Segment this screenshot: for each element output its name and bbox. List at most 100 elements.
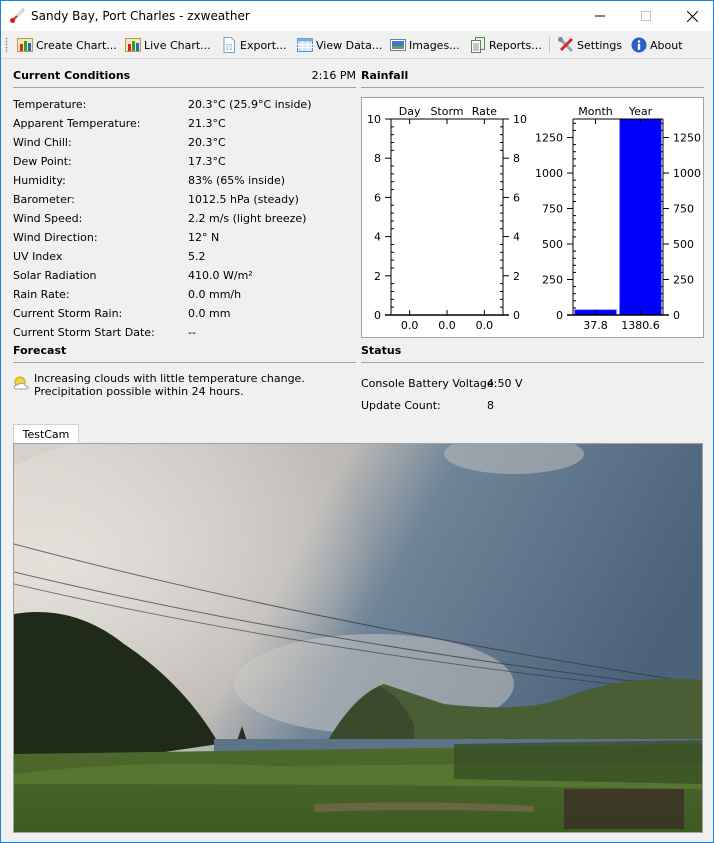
y-tick-label: 2 (513, 270, 520, 283)
settings-label: Settings (577, 38, 623, 52)
rainfall-bar (619, 118, 662, 316)
bar-chart-icon (17, 37, 33, 53)
condition-label: UV Index (13, 250, 63, 263)
close-button[interactable] (669, 1, 714, 31)
category-label: Day (399, 105, 421, 118)
rainfall-chart: 0 0 2 2 4 4 6 6 8 8 10 10 Day 0.0 Storm 0.0 Rate 0.0 0 0 250… (361, 97, 704, 338)
condition-value: 410.0 W/m² (188, 269, 253, 282)
condition-value: 17.3°C (188, 155, 226, 168)
close-icon (686, 10, 698, 22)
images-button[interactable]: Images... (390, 35, 460, 55)
condition-value: 20.3°C (25.9°C inside) (188, 98, 312, 111)
forecast-header: Forecast (13, 344, 356, 363)
rainfall-header: Rainfall (361, 69, 704, 88)
y-tick-label: 10 (513, 113, 527, 126)
condition-value: 21.3°C (188, 117, 226, 130)
status-row-update-count: Update Count: 8 (361, 399, 494, 412)
minimize-icon (595, 15, 605, 17)
minimize-button[interactable] (577, 1, 623, 31)
condition-label: Wind Speed: (13, 212, 83, 225)
status-label: Console Battery Voltage: (361, 377, 498, 390)
condition-label: Wind Chill: (13, 136, 72, 149)
y-tick-label: 500 (542, 238, 563, 251)
condition-label: Apparent Temperature: (13, 117, 141, 130)
webcam-image (13, 443, 703, 833)
y-tick-label: 0 (374, 309, 381, 322)
about-label: About (650, 38, 683, 52)
condition-label: Rain Rate: (13, 288, 70, 301)
forecast-text: Increasing clouds with little temperatur… (34, 372, 305, 398)
tools-icon (558, 37, 574, 53)
document-export-icon (221, 37, 237, 53)
current-conditions-title: Current Conditions (13, 69, 131, 82)
status-value: 4.50 V (487, 377, 523, 390)
y-tick-label: 6 (374, 191, 381, 204)
y-tick-label: 4 (374, 231, 381, 244)
y-tick-label: 8 (513, 152, 520, 165)
live-chart-label: Live Chart... (144, 38, 211, 52)
reports-button[interactable]: Reports... (470, 35, 542, 55)
settings-button[interactable]: Settings (558, 35, 622, 55)
main-window: Sandy Bay, Port Charles - zxweather Crea… (0, 0, 714, 843)
table-icon (297, 37, 313, 53)
y-tick-label: 2 (374, 270, 381, 283)
category-label: Year (628, 105, 653, 118)
y-tick-label: 6 (513, 191, 520, 204)
condition-value: 20.3°C (188, 136, 226, 149)
y-tick-label: 750 (673, 203, 694, 216)
export-button[interactable]: Export... (221, 35, 287, 55)
category-label: Rate (472, 105, 497, 118)
create-chart-label: Create Chart... (36, 38, 117, 52)
condition-value: 83% (65% inside) (188, 174, 286, 187)
status-header: Status (361, 344, 704, 363)
y-tick-label: 250 (673, 274, 694, 287)
toolbar-separator (549, 37, 550, 53)
title-bar: Sandy Bay, Port Charles - zxweather (1, 1, 713, 31)
condition-value: 2.2 m/s (light breeze) (188, 212, 307, 225)
maximize-button[interactable] (623, 1, 669, 31)
y-tick-label: 750 (542, 203, 563, 216)
condition-value: 5.2 (188, 250, 206, 263)
reports-icon (470, 37, 486, 53)
y-tick-label: 0 (513, 309, 520, 322)
thermometer-icon (9, 8, 25, 24)
condition-value: 1012.5 hPa (steady) (188, 193, 299, 206)
export-label: Export... (240, 38, 287, 52)
value-label: 37.8 (583, 319, 608, 332)
bar-chart-icon (125, 37, 141, 53)
status-value: 8 (487, 399, 494, 412)
live-chart-button[interactable]: Live Chart... (125, 35, 211, 55)
y-tick-label: 4 (513, 231, 520, 244)
rainfall-title: Rainfall (361, 69, 409, 82)
current-conditions-header: Current Conditions 2:16 PM (13, 69, 356, 88)
y-tick-label: 1000 (673, 167, 701, 180)
toolbar-grip[interactable] (5, 37, 8, 53)
condition-label: Current Storm Start Date: (13, 326, 155, 339)
current-conditions-time: 2:16 PM (311, 69, 356, 82)
tab-testcam[interactable]: TestCam (13, 424, 79, 444)
condition-value: 12° N (188, 231, 220, 244)
y-tick-label: 1000 (535, 167, 563, 180)
category-label: Storm (430, 105, 463, 118)
reports-label: Reports... (489, 38, 542, 52)
condition-label: Wind Direction: (13, 231, 98, 244)
condition-value: -- (188, 326, 196, 339)
condition-label: Current Storm Rain: (13, 307, 123, 320)
condition-value: 0.0 mm (188, 307, 231, 320)
y-tick-label: 8 (374, 152, 381, 165)
status-label: Update Count: (361, 399, 441, 412)
y-tick-label: 0 (673, 309, 680, 322)
y-tick-label: 500 (673, 238, 694, 251)
image-icon (390, 37, 406, 53)
value-label: 1380.6 (621, 319, 660, 332)
condition-label: Temperature: (13, 98, 87, 111)
view-data-button[interactable]: View Data... (297, 35, 382, 55)
create-chart-button[interactable]: Create Chart... (17, 35, 117, 55)
about-button[interactable]: About (631, 35, 683, 55)
forecast-title: Forecast (13, 344, 67, 357)
condition-label: Humidity: (13, 174, 66, 187)
y-tick-label: 0 (556, 309, 563, 322)
y-tick-label: 1250 (535, 132, 563, 145)
value-label: 0.0 (476, 319, 494, 332)
maximize-icon (641, 11, 651, 21)
